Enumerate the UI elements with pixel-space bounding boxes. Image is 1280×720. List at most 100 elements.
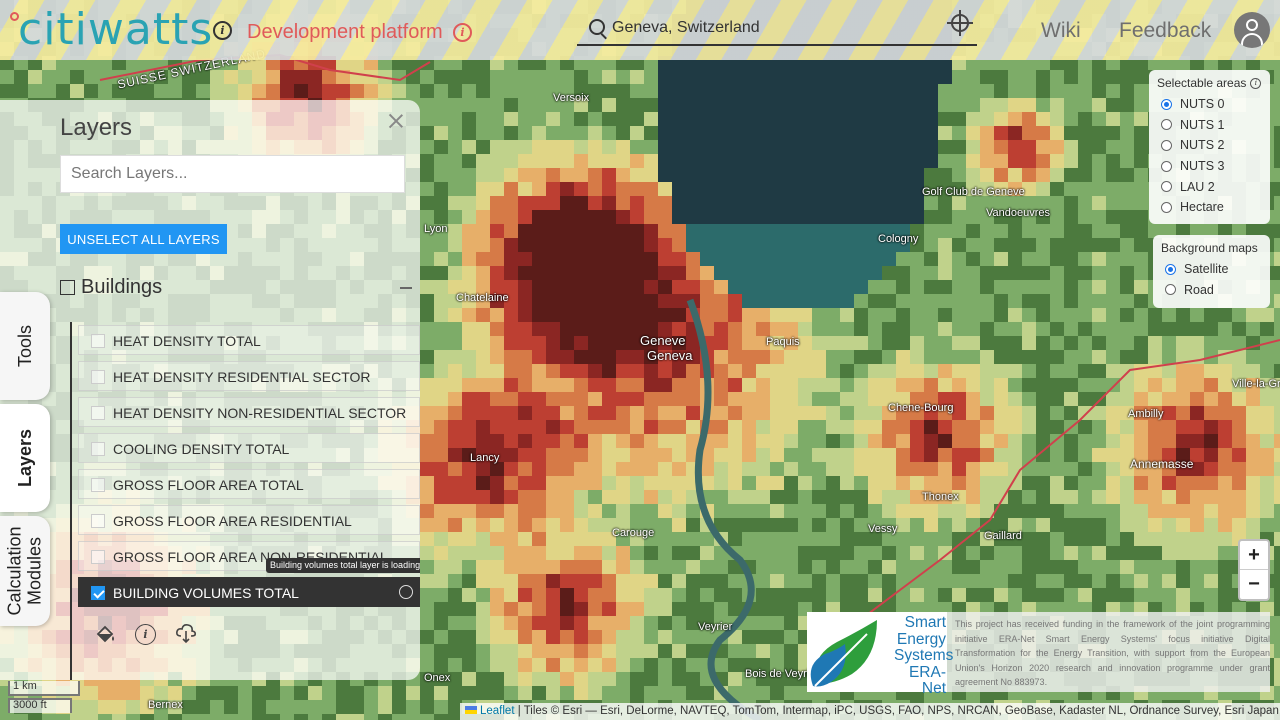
- radio-option[interactable]: NUTS 2: [1157, 135, 1262, 156]
- map-label: Carouge: [612, 527, 655, 539]
- map-label: Vandoeuvres: [986, 207, 1051, 219]
- map-label: Geneve: [640, 333, 686, 348]
- platform-label: Development platform: [247, 21, 443, 43]
- collapse-icon[interactable]: [400, 287, 412, 289]
- zoom-control: + −: [1238, 539, 1270, 601]
- tab-calculation-modules[interactable]: Calculation Modules: [0, 516, 50, 626]
- layer-item-heat-density-non-residential[interactable]: HEAT DENSITY NON-RESIDENTIAL SECTOR: [78, 397, 420, 427]
- selectable-areas-list: NUTS 0 NUTS 1 NUTS 2 NUTS 3 LAU 2 Hectare: [1157, 94, 1262, 218]
- layer-label: GROSS FLOOR AREA RESIDENTIAL: [113, 513, 352, 529]
- tab-label: Layers: [15, 428, 36, 488]
- map-label: Cologny: [878, 233, 919, 245]
- radio-option[interactable]: LAU 2: [1157, 176, 1262, 197]
- layer-checkbox[interactable]: [91, 550, 105, 564]
- zoom-in-button[interactable]: +: [1240, 541, 1268, 570]
- map-label: Thonex: [922, 491, 959, 503]
- search-icon: [589, 19, 605, 35]
- radio-option[interactable]: Hectare: [1157, 197, 1262, 218]
- map-label: Chatelaine: [456, 292, 509, 304]
- feedback-link[interactable]: Feedback: [1119, 19, 1211, 43]
- layer-item-cooling-density-total[interactable]: COOLING DENSITY TOTAL: [78, 433, 420, 463]
- map-label: Lyon: [424, 223, 448, 235]
- tab-tools[interactable]: Tools: [0, 292, 50, 400]
- layer-checkbox[interactable]: [91, 442, 105, 456]
- layer-checkbox[interactable]: [91, 478, 105, 492]
- layer-item-heat-density-residential[interactable]: HEAT DENSITY RESIDENTIAL SECTOR: [78, 361, 420, 391]
- layer-checkbox[interactable]: [91, 334, 105, 348]
- logo-text: Smart Energy Systems ERA-Net: [894, 614, 954, 697]
- map-label: Ambilly: [1128, 408, 1164, 420]
- layer-checkbox-checked[interactable]: [91, 586, 105, 600]
- unselect-all-button[interactable]: UNSELECT ALL LAYERS: [60, 224, 227, 254]
- attribution-text: | Tiles © Esri — Esri, DeLorme, NAVTEQ, …: [514, 705, 1280, 717]
- map-label: Bernex: [148, 699, 183, 711]
- leaflet-link[interactable]: Leaflet: [480, 705, 515, 717]
- zoom-out-button[interactable]: −: [1240, 570, 1268, 599]
- radio-button[interactable]: [1165, 263, 1176, 275]
- map-label: Gaillard: [984, 530, 1022, 542]
- ukraine-flag-icon: [465, 706, 477, 714]
- layer-label: HEAT DENSITY RESIDENTIAL SECTOR: [113, 369, 371, 385]
- background-maps-list: Satellite Road: [1161, 259, 1262, 300]
- layer-item-heat-density-total[interactable]: HEAT DENSITY TOTAL: [78, 325, 420, 355]
- radio-label: NUTS 0: [1180, 97, 1225, 112]
- radio-label: NUTS 1: [1180, 117, 1225, 132]
- info-icon[interactable]: i: [213, 21, 232, 40]
- radio-option[interactable]: NUTS 1: [1157, 115, 1262, 136]
- map-label: Onex: [424, 672, 451, 684]
- layer-item-building-volumes-total[interactable]: BUILDING VOLUMES TOTAL: [78, 577, 420, 607]
- tab-layers[interactable]: Layers: [0, 404, 50, 512]
- map-label: Geneva: [647, 348, 693, 363]
- control-title: Selectable areas: [1157, 76, 1247, 90]
- map-label: Versoix: [553, 92, 590, 104]
- cloud-download-icon[interactable]: [175, 622, 197, 644]
- loading-spinner-icon: [399, 585, 413, 599]
- user-avatar[interactable]: [1234, 12, 1270, 48]
- radio-button[interactable]: [1161, 160, 1172, 172]
- layer-checkbox[interactable]: [91, 406, 105, 420]
- layer-checkbox[interactable]: [91, 514, 105, 528]
- radio-option[interactable]: Satellite: [1161, 259, 1262, 280]
- radio-button[interactable]: [1161, 201, 1172, 213]
- radio-option[interactable]: NUTS 0: [1157, 94, 1262, 115]
- funding-notice: Smart Energy Systems ERA-Net This projec…: [807, 612, 1270, 697]
- location-search-input[interactable]: [612, 16, 932, 40]
- layer-label: GROSS FLOOR AREA TOTAL: [113, 477, 304, 493]
- category-buildings[interactable]: Buildings: [81, 276, 162, 299]
- citiwatts-logo[interactable]: citiwatts: [18, 4, 213, 55]
- map-label: Veyrier: [698, 621, 733, 633]
- wiki-link[interactable]: Wiki: [1041, 19, 1081, 43]
- leaf-logo-icon: [810, 620, 877, 687]
- top-bar: citiwatts i Development platform i Wiki …: [0, 0, 1280, 60]
- paint-bucket-icon[interactable]: [95, 623, 117, 645]
- layer-checkbox[interactable]: [91, 370, 105, 384]
- layer-label: COOLING DENSITY TOTAL: [113, 441, 290, 457]
- radio-button[interactable]: [1165, 284, 1176, 296]
- radio-label: Hectare: [1180, 200, 1224, 215]
- radio-button[interactable]: [1161, 98, 1172, 110]
- tab-label: Calculation Modules: [5, 526, 45, 616]
- locate-icon[interactable]: [947, 10, 973, 36]
- radio-option[interactable]: NUTS 3: [1157, 156, 1262, 177]
- funding-text: This project has received funding in the…: [955, 619, 1270, 687]
- map-label: Annemasse: [1130, 457, 1194, 471]
- layer-item-gross-floor-area-residential[interactable]: GROSS FLOOR AREA RESIDENTIAL: [78, 505, 420, 535]
- category-checkbox[interactable]: [60, 280, 75, 295]
- tree-line: [70, 322, 72, 680]
- layer-item-gross-floor-area-total[interactable]: GROSS FLOOR AREA TOTAL: [78, 469, 420, 499]
- layer-info-icon[interactable]: i: [135, 624, 156, 645]
- radio-option[interactable]: Road: [1161, 280, 1262, 301]
- layer-search-input[interactable]: [60, 155, 405, 193]
- layer-label: HEAT DENSITY TOTAL: [113, 333, 261, 349]
- radio-button[interactable]: [1161, 139, 1172, 151]
- radio-button[interactable]: [1161, 181, 1172, 193]
- info-icon[interactable]: i: [1250, 77, 1262, 89]
- radio-button[interactable]: [1161, 119, 1172, 131]
- radio-label: LAU 2: [1180, 179, 1215, 194]
- control-title: Background maps: [1161, 241, 1258, 255]
- close-icon[interactable]: [387, 112, 405, 130]
- radio-label: Road: [1184, 282, 1214, 297]
- platform-info-icon[interactable]: i: [453, 23, 472, 42]
- layer-label: BUILDING VOLUMES TOTAL: [113, 585, 299, 601]
- era-net-logo: Smart Energy Systems ERA-Net: [807, 612, 953, 697]
